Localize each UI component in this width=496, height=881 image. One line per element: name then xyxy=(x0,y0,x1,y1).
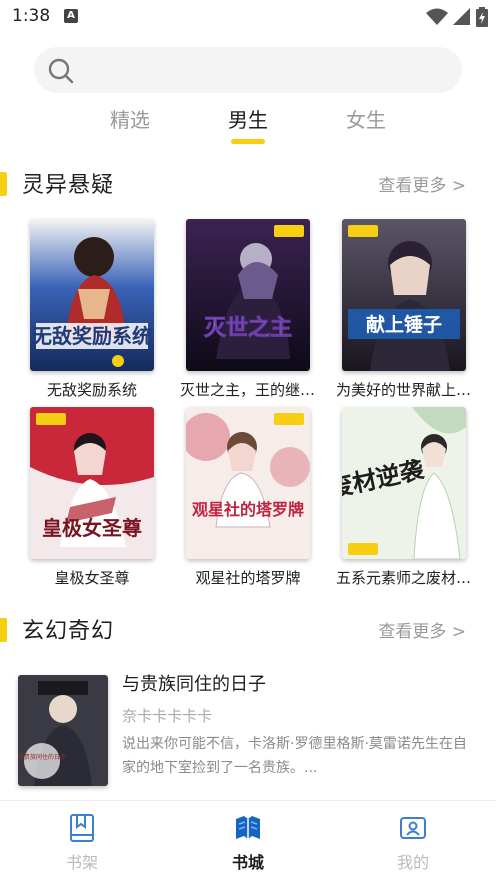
book-cover[interactable]: 观星社的塔罗牌 xyxy=(186,407,310,559)
section-header-fantasy: 玄幻奇幻 查看更多 > xyxy=(0,613,496,649)
book-cover[interactable]: 与贵族同住的日子 xyxy=(18,675,108,786)
book-cover[interactable]: 皇极女圣尊 xyxy=(30,407,154,559)
nav-profile[interactable]: 我的 xyxy=(368,813,458,873)
tab-featured[interactable]: 精选 xyxy=(90,104,170,133)
tab-indicator xyxy=(231,139,265,144)
status-time: 1:38 xyxy=(12,6,51,26)
book-author: 奈卡卡卡卡卡 xyxy=(122,707,213,725)
section-header-supernatural: 灵异悬疑 查看更多 > xyxy=(0,167,496,203)
bookstore-icon xyxy=(236,816,260,839)
category-tabs: 精选 男生 女生 xyxy=(0,104,496,144)
svg-text:皇极女圣尊: 皇极女圣尊 xyxy=(42,516,142,540)
book-list-item[interactable]: 与贵族同住的日子 与贵族同住的日子 奈卡卡卡卡卡 说出来你可能不信，卡洛斯·罗德… xyxy=(0,668,496,788)
book-title: 皇极女圣尊 xyxy=(54,569,130,587)
status-icons xyxy=(425,6,488,28)
view-more-link[interactable]: 查看更多 > xyxy=(378,171,466,196)
status-bar: 1:38 A xyxy=(0,0,496,34)
wifi-icon xyxy=(425,8,448,25)
book-title: 五系元素师之废材逆袭 xyxy=(336,569,472,587)
book-cover[interactable]: 废材逆袭 xyxy=(342,407,466,559)
notification-icon: A xyxy=(64,9,78,23)
book-cover[interactable]: 献上锤子 xyxy=(342,219,466,371)
section-accent-bar xyxy=(0,618,7,642)
tab-female[interactable]: 女生 xyxy=(326,104,406,133)
nav-label: 我的 xyxy=(396,853,429,872)
search-icon xyxy=(48,58,74,84)
book-description: 说出来你可能不信，卡洛斯·罗德里格斯·莫雷诺先生在自家的地下室捡到了一名贵族。.… xyxy=(122,736,467,776)
search-bar[interactable] xyxy=(34,47,462,93)
view-more-link[interactable]: 查看更多 > xyxy=(378,617,466,642)
tab-male[interactable]: 男生 xyxy=(208,104,288,133)
signal-icon xyxy=(452,7,470,25)
book-cover[interactable]: 无敌奖励系统 xyxy=(30,219,154,371)
book-title: 灭世之主，王的继承者 xyxy=(180,381,316,399)
bookshelf-icon xyxy=(70,814,94,842)
book-cover[interactable]: 灭世之主 xyxy=(186,219,310,371)
book-title: 观星社的塔罗牌 xyxy=(195,569,301,587)
section-title: 玄幻奇幻 xyxy=(22,619,115,644)
book-title: 无敌奖励系统 xyxy=(46,381,137,399)
nav-label: 书城 xyxy=(231,853,264,872)
svg-text:与贵族同住的日子: 与贵族同住的日子 xyxy=(18,753,66,761)
svg-text:献上锤子: 献上锤子 xyxy=(366,313,442,336)
svg-text:无敌奖励系统: 无敌奖励系统 xyxy=(32,324,152,348)
bottom-nav: 书架 书城 我的 xyxy=(0,800,496,881)
nav-bookshelf[interactable]: 书架 xyxy=(37,813,127,873)
section-title: 灵异悬疑 xyxy=(22,173,115,198)
battery-icon xyxy=(476,6,488,27)
svg-text:观星社的塔罗牌: 观星社的塔罗牌 xyxy=(192,500,304,519)
section-accent-bar xyxy=(0,172,7,196)
book-title: 与贵族同住的日子 xyxy=(122,674,266,695)
profile-icon xyxy=(400,817,426,839)
nav-bookstore[interactable]: 书城 xyxy=(203,813,293,873)
search-input[interactable] xyxy=(84,47,444,93)
svg-text:灭世之主: 灭世之主 xyxy=(204,315,292,341)
nav-label: 书架 xyxy=(65,853,98,872)
book-title: 为美好的世界献上锤子 xyxy=(336,381,472,399)
